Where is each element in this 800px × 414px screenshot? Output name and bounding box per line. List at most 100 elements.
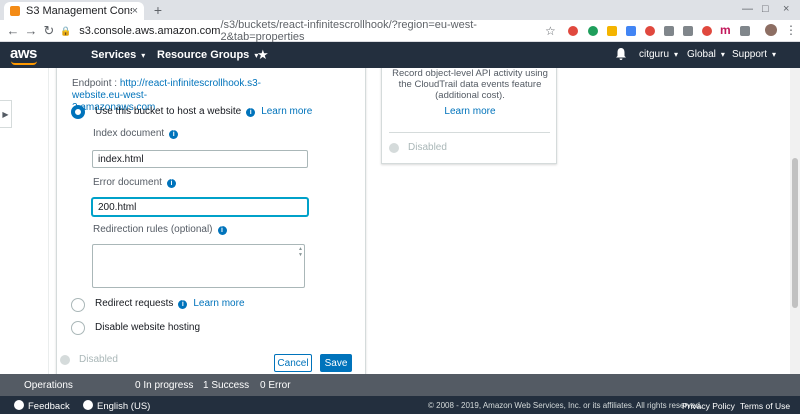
- status-dot-icon: [389, 142, 399, 153]
- services-menu[interactable]: Services ▾: [91, 49, 145, 61]
- maximize-icon[interactable]: □: [762, 3, 769, 15]
- main-content: ▶ Endpoint : http://react-infinitescroll…: [0, 68, 800, 374]
- pin-icon[interactable]: ★: [257, 47, 269, 63]
- lock-icon: 🔒: [60, 25, 72, 36]
- url-host: s3.console.aws.amazon.com: [79, 25, 221, 37]
- console-footer: Feedback English (US) © 2008 - 2019, Ama…: [0, 396, 800, 414]
- extension-icon[interactable]: m: [720, 23, 731, 37]
- forward-icon[interactable]: →: [24, 23, 38, 39]
- minimize-icon[interactable]: —: [742, 3, 753, 15]
- redirect-requests-radio[interactable]: [71, 298, 85, 312]
- browser-tab[interactable]: S3 Management Console ×: [4, 2, 144, 20]
- account-label: citguru: [639, 49, 670, 60]
- info-icon[interactable]: i: [246, 108, 256, 117]
- globe-icon: [83, 400, 93, 410]
- aws-logo-smile-icon: [11, 61, 37, 65]
- support-menu[interactable]: Support ▾: [732, 49, 776, 60]
- operations-in-progress: 0 In progress: [135, 380, 194, 391]
- index-document-input[interactable]: [92, 150, 308, 168]
- disable-hosting-label: Disable website hosting: [95, 322, 201, 333]
- extension-icon[interactable]: [645, 26, 655, 36]
- operations-success: 1 Success: [203, 380, 250, 391]
- host-website-label: Use this bucket to host a website: [95, 106, 242, 117]
- layout-divider: [48, 68, 49, 374]
- bell-icon[interactable]: [615, 47, 627, 61]
- status-disabled-label: Disabled: [408, 142, 447, 153]
- feedback-icon: [14, 400, 24, 410]
- scrollbar-thumb[interactable]: [792, 158, 798, 308]
- redirection-rules-text: Redirection rules (optional): [93, 224, 213, 235]
- aws-top-nav: aws Services ▾ Resource Groups ▾ ★ citguru…: [0, 42, 800, 68]
- host-website-radio[interactable]: [71, 105, 85, 119]
- status-disabled: Disabled: [60, 354, 118, 365]
- feedback-label: Feedback: [28, 401, 70, 412]
- aws-logo[interactable]: aws: [10, 45, 37, 62]
- info-icon[interactable]: i: [169, 130, 179, 139]
- redirection-rules-textarea[interactable]: [92, 244, 305, 288]
- chevron-down-icon: ▾: [720, 50, 725, 59]
- terms-of-use-link[interactable]: Terms of Use: [740, 401, 790, 411]
- tab-title: S3 Management Console: [26, 5, 132, 17]
- extension-icon[interactable]: [607, 26, 617, 36]
- support-label: Support: [732, 49, 768, 60]
- status-disabled-label: Disabled: [79, 354, 118, 365]
- privacy-policy-link[interactable]: Privacy Policy: [682, 401, 735, 411]
- learn-more-link[interactable]: Learn more: [390, 106, 550, 117]
- account-menu[interactable]: citguru ▾: [639, 49, 678, 60]
- learn-more-link[interactable]: Learn more: [261, 106, 312, 117]
- info-icon[interactable]: i: [178, 300, 188, 309]
- resource-groups-label: Resource Groups: [157, 49, 250, 61]
- save-button[interactable]: Save: [320, 354, 352, 372]
- sidebar-toggle[interactable]: ▶: [0, 100, 12, 128]
- feedback-link[interactable]: Feedback: [14, 400, 70, 412]
- resource-groups-menu[interactable]: Resource Groups ▾: [157, 49, 258, 61]
- extension-icon[interactable]: [664, 26, 674, 36]
- cancel-button[interactable]: Cancel: [274, 354, 312, 372]
- index-document-label: Index document i: [93, 128, 179, 139]
- url-path: /s3/buckets/react-infinitescrollhook/?re…: [220, 19, 477, 43]
- chevron-down-icon: ▾: [141, 51, 146, 60]
- extension-icon[interactable]: [740, 26, 750, 36]
- new-tab-button[interactable]: +: [150, 2, 166, 18]
- learn-more-link[interactable]: Learn more: [193, 298, 244, 309]
- browser-tab-bar: S3 Management Console × + — □ ×: [0, 0, 800, 20]
- endpoint-label: Endpoint :: [72, 78, 120, 89]
- extension-icon[interactable]: [568, 26, 578, 36]
- error-document-text: Error document: [93, 177, 162, 188]
- status-disabled: Disabled: [389, 142, 447, 153]
- extension-icon[interactable]: [588, 26, 598, 36]
- region-menu[interactable]: Global ▾: [687, 49, 725, 60]
- error-document-input[interactable]: [92, 198, 308, 216]
- operations-label: Operations: [24, 380, 73, 391]
- language-label: English (US): [97, 401, 151, 412]
- back-icon[interactable]: ←: [6, 23, 20, 39]
- error-document-label: Error document i: [93, 177, 176, 188]
- host-website-option: Use this bucket to host a website i Learn …: [95, 106, 312, 117]
- textarea-scroll-arrows[interactable]: ▲ ▼: [297, 246, 304, 286]
- extension-icon[interactable]: [626, 26, 636, 36]
- operations-bar[interactable]: Operations 0 In progress 1 Success 0 Err…: [0, 374, 800, 396]
- index-document-text: Index document: [93, 128, 165, 139]
- bookmark-star-icon[interactable]: ☆: [545, 24, 556, 38]
- extension-icon[interactable]: [702, 26, 712, 36]
- tab-close-icon[interactable]: ×: [132, 5, 138, 17]
- services-label: Services: [91, 49, 137, 61]
- extension-icon[interactable]: [683, 26, 693, 36]
- info-icon[interactable]: i: [217, 226, 227, 235]
- status-dot-icon: [60, 354, 70, 365]
- chevron-down-icon: ▾: [674, 50, 679, 59]
- chevron-down-icon: ▾: [772, 50, 777, 59]
- window-close-icon[interactable]: ×: [783, 3, 789, 15]
- page-scrollbar[interactable]: [790, 68, 800, 374]
- disable-hosting-radio[interactable]: [71, 321, 85, 335]
- cloudtrail-description: Record object-level API activity using t…: [392, 68, 548, 101]
- reload-icon[interactable]: ↻: [42, 23, 56, 39]
- language-selector[interactable]: English (US): [83, 400, 150, 412]
- address-bar[interactable]: 🔒 s3.console.aws.amazon.com/s3/buckets/r…: [60, 19, 560, 43]
- redirection-rules-label: Redirection rules (optional) i: [93, 224, 227, 235]
- browser-menu-icon[interactable]: ⋮: [785, 23, 797, 37]
- info-icon[interactable]: i: [166, 179, 176, 188]
- profile-avatar[interactable]: [765, 24, 777, 36]
- browser-toolbar: ← → ↻ 🔒 s3.console.aws.amazon.com/s3/buc…: [0, 19, 800, 43]
- region-label: Global: [687, 49, 716, 60]
